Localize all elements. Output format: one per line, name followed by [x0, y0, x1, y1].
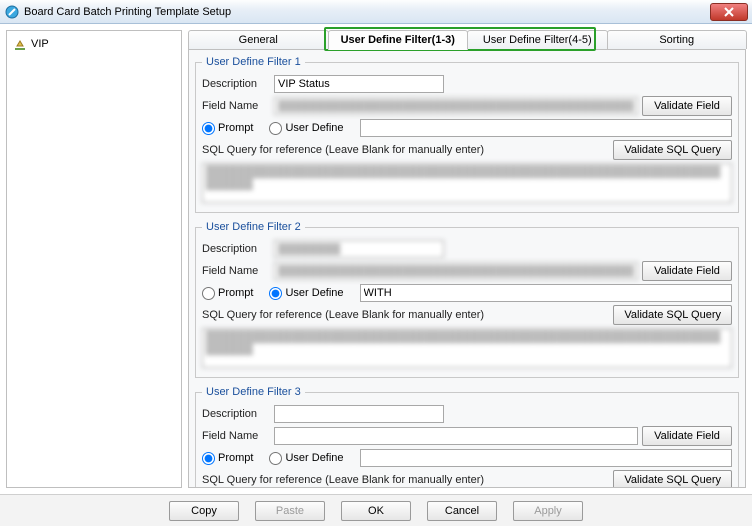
- filter-1-fieldname-label: Field Name: [202, 100, 270, 112]
- filter-3-validate-field-button[interactable]: Validate Field: [642, 426, 732, 446]
- template-tree[interactable]: VIP: [6, 30, 182, 488]
- filter-3-validate-sql-button[interactable]: Validate SQL Query: [613, 470, 732, 488]
- filter-2-sql-label: SQL Query for reference (Leave Blank for…: [202, 309, 484, 321]
- filter-2-description-input[interactable]: [274, 240, 444, 258]
- filter-2-fieldname-label: Field Name: [202, 265, 270, 277]
- filter-1-legend: User Define Filter 1: [202, 56, 305, 68]
- filter-3-sql-label: SQL Query for reference (Leave Blank for…: [202, 474, 484, 486]
- tree-item-label: VIP: [31, 38, 49, 50]
- titlebar: Board Card Batch Printing Template Setup: [0, 0, 752, 24]
- filter-3-userdefine-radio[interactable]: [269, 452, 282, 465]
- filter-1-validate-sql-button[interactable]: Validate SQL Query: [613, 140, 732, 160]
- filter-1-prompt-radio[interactable]: [202, 122, 215, 135]
- filter-3-userdefine-input[interactable]: [360, 449, 732, 467]
- tab-panel: User Define Filter 1 Description Field N…: [188, 50, 746, 488]
- filter-1-userdefine-radio-wrap[interactable]: User Define: [269, 122, 343, 135]
- tab-user-define-filter-1-3[interactable]: User Define Filter(1-3): [328, 30, 469, 50]
- copy-button[interactable]: Copy: [169, 501, 239, 521]
- tab-sorting[interactable]: Sorting: [607, 30, 748, 49]
- filter-2-sql-textarea[interactable]: [202, 328, 732, 368]
- filter-2-prompt-label: Prompt: [218, 287, 253, 299]
- filter-1-fieldname-input[interactable]: [274, 97, 638, 115]
- filter-3-description-label: Description: [202, 408, 270, 420]
- ok-button[interactable]: OK: [341, 501, 411, 521]
- filter-1-userdefine-label: User Define: [285, 122, 343, 134]
- tree-item[interactable]: VIP: [11, 35, 177, 53]
- tab-user-define-filter-4-5[interactable]: User Define Filter(4-5): [467, 30, 608, 49]
- filter-1-userdefine-radio[interactable]: [269, 122, 282, 135]
- filter-1-description-input[interactable]: [274, 75, 444, 93]
- filter-1-sql-label: SQL Query for reference (Leave Blank for…: [202, 144, 484, 156]
- filter-1-group: User Define Filter 1 Description Field N…: [195, 56, 739, 213]
- filter-2-validate-field-button[interactable]: Validate Field: [642, 261, 732, 281]
- filter-3-fieldname-input[interactable]: [274, 427, 638, 445]
- cancel-button[interactable]: Cancel: [427, 501, 497, 521]
- close-button[interactable]: [710, 3, 748, 21]
- tab-strip: General User Define Filter(1-3) User Def…: [188, 30, 746, 50]
- filter-3-userdefine-label: User Define: [285, 452, 343, 464]
- filter-1-prompt-radio-wrap[interactable]: Prompt: [202, 122, 253, 135]
- filter-2-validate-sql-button[interactable]: Validate SQL Query: [613, 305, 732, 325]
- filter-1-validate-field-button[interactable]: Validate Field: [642, 96, 732, 116]
- app-icon: [4, 4, 20, 20]
- filter-2-fieldname-input[interactable]: [274, 262, 638, 280]
- filter-3-prompt-label: Prompt: [218, 452, 253, 464]
- filter-3-userdefine-radio-wrap[interactable]: User Define: [269, 452, 343, 465]
- filter-1-prompt-label: Prompt: [218, 122, 253, 134]
- dialog-button-bar: Copy Paste OK Cancel Apply: [0, 494, 752, 526]
- paste-button[interactable]: Paste: [255, 501, 325, 521]
- filter-2-legend: User Define Filter 2: [202, 221, 305, 233]
- filter-3-prompt-radio-wrap[interactable]: Prompt: [202, 452, 253, 465]
- apply-button[interactable]: Apply: [513, 501, 583, 521]
- filter-3-group: User Define Filter 3 Description Field N…: [195, 386, 739, 488]
- filter-2-description-label: Description: [202, 243, 270, 255]
- filter-3-fieldname-label: Field Name: [202, 430, 270, 442]
- filter-1-userdefine-input[interactable]: [360, 119, 732, 137]
- filter-2-userdefine-label: User Define: [285, 287, 343, 299]
- filter-2-userdefine-radio[interactable]: [269, 287, 282, 300]
- filter-3-description-input[interactable]: [274, 405, 444, 423]
- window-title: Board Card Batch Printing Template Setup: [24, 6, 231, 18]
- filter-2-prompt-radio-wrap[interactable]: Prompt: [202, 287, 253, 300]
- filter-3-legend: User Define Filter 3: [202, 386, 305, 398]
- tree-item-icon: [13, 37, 27, 51]
- filter-1-sql-textarea[interactable]: [202, 163, 732, 203]
- filter-2-userdefine-input[interactable]: [360, 284, 732, 302]
- filter-2-prompt-radio[interactable]: [202, 287, 215, 300]
- filter-3-prompt-radio[interactable]: [202, 452, 215, 465]
- tab-general[interactable]: General: [188, 30, 329, 49]
- filter-2-userdefine-radio-wrap[interactable]: User Define: [269, 287, 343, 300]
- filter-1-description-label: Description: [202, 78, 270, 90]
- filter-2-group: User Define Filter 2 Description Field N…: [195, 221, 739, 378]
